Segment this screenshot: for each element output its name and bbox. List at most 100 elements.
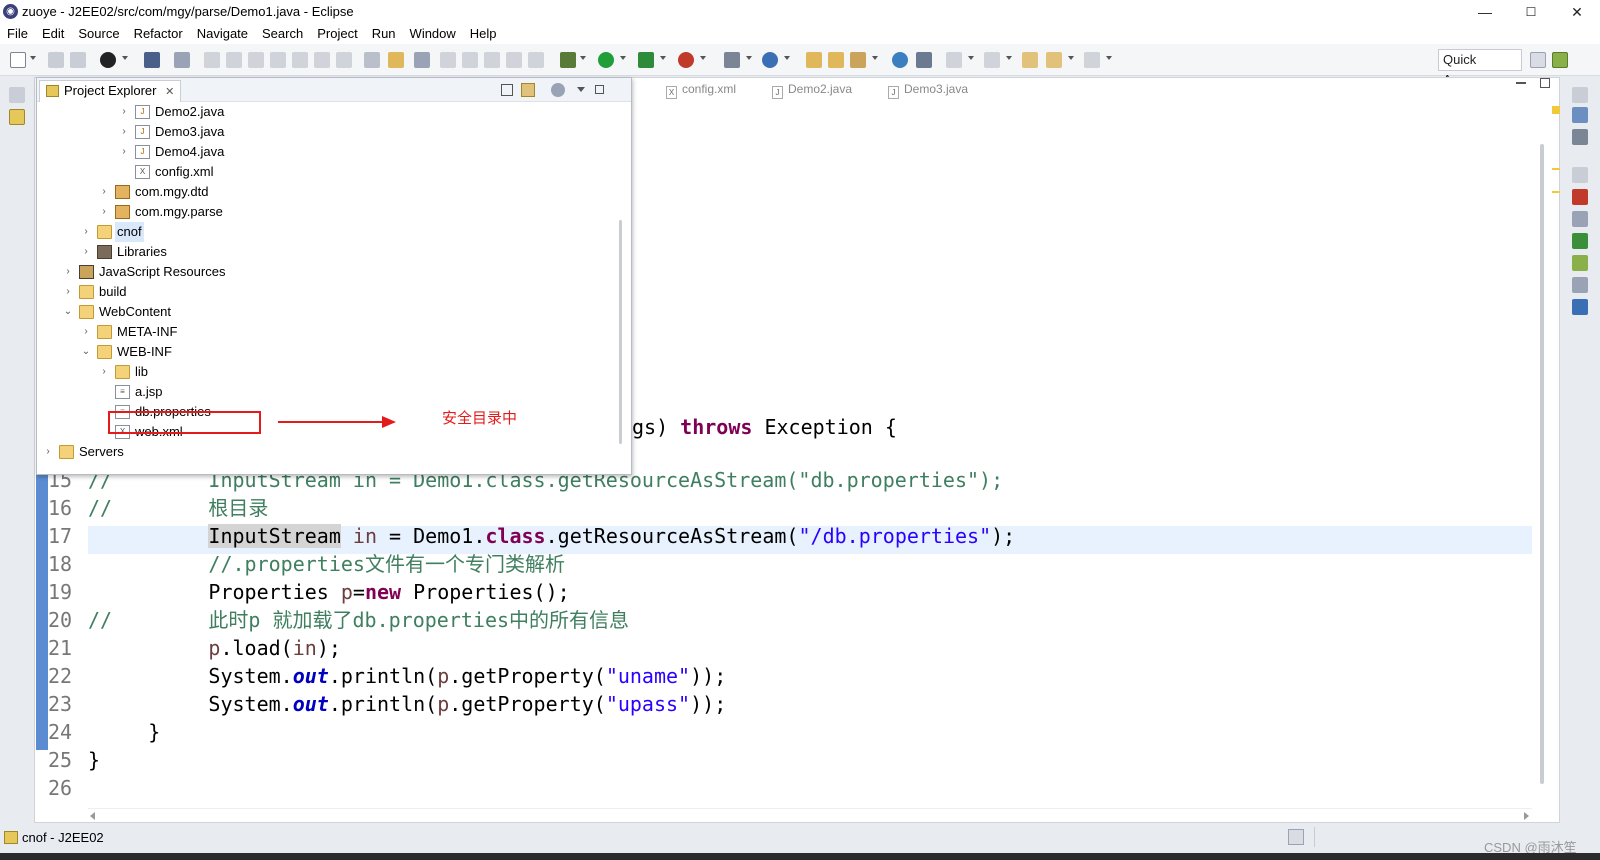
open-type-icon[interactable] [806, 52, 822, 68]
resume-icon[interactable] [204, 52, 220, 68]
deploy-icon[interactable] [414, 52, 430, 68]
java-ee-perspective-icon[interactable] [1552, 52, 1568, 68]
view-settings-icon[interactable] [551, 83, 565, 97]
collapse-all-icon[interactable] [501, 84, 513, 96]
restore-icon[interactable] [1572, 87, 1588, 103]
tool-icon[interactable] [462, 52, 478, 68]
chevron-right-icon[interactable]: › [119, 122, 129, 142]
search-icon[interactable] [850, 52, 866, 68]
save-icon[interactable] [48, 52, 64, 68]
previous-annotation-dropdown-icon[interactable] [1006, 56, 1012, 60]
run-icon[interactable] [598, 52, 614, 68]
next-annotation-icon[interactable] [946, 52, 962, 68]
tab-project-explorer[interactable]: Project Explorer ✕ [39, 80, 182, 102]
scroll-right-icon[interactable] [1524, 812, 1529, 820]
scrollbar-thumb[interactable] [1540, 144, 1544, 784]
chevron-right-icon[interactable]: › [119, 142, 129, 162]
chevron-down-icon[interactable]: ⌄ [63, 302, 73, 322]
annotation-nav-icon[interactable] [916, 52, 932, 68]
menu-navigate[interactable]: Navigate [190, 24, 255, 44]
overview-ruler-marker[interactable] [1552, 168, 1560, 170]
open-task-icon[interactable] [828, 52, 844, 68]
new-class-dropdown-icon[interactable] [784, 56, 790, 60]
tab-config-xml[interactable]: Xconfig.xml [666, 82, 736, 99]
tool-icon[interactable] [528, 52, 544, 68]
overview-ruler-marker[interactable] [1552, 191, 1560, 193]
step-over-icon[interactable] [314, 52, 330, 68]
profile-icon[interactable] [100, 52, 116, 68]
tool-icon[interactable] [440, 52, 456, 68]
editor-horizontal-scrollbar[interactable] [88, 808, 1532, 822]
menu-window[interactable]: Window [403, 24, 463, 44]
scroll-left-icon[interactable] [90, 812, 95, 820]
editor-vertical-scrollbar[interactable] [1536, 102, 1548, 792]
coverage-dropdown-icon[interactable] [660, 56, 666, 60]
menu-edit[interactable]: Edit [35, 24, 71, 44]
code-line-19[interactable]: Properties p=new Properties(); [88, 578, 569, 606]
save-all-icon[interactable] [70, 52, 86, 68]
profile-dropdown-icon[interactable] [122, 56, 128, 60]
overview-ruler-marker[interactable] [1552, 106, 1560, 114]
disconnect-icon[interactable] [270, 52, 286, 68]
link-with-editor-icon[interactable] [521, 83, 535, 97]
quick-access-input[interactable]: Quick Access [1438, 49, 1522, 87]
last-edit-location-icon[interactable] [1022, 52, 1038, 68]
new-icon[interactable] [10, 52, 26, 68]
search-dropdown-icon[interactable] [872, 56, 878, 60]
debug-icon[interactable] [560, 52, 576, 68]
snippets-icon[interactable] [1572, 277, 1588, 293]
menu-file[interactable]: File [0, 24, 35, 44]
web-browser-icon[interactable] [892, 52, 908, 68]
restore-icon[interactable] [1572, 167, 1588, 183]
menu-help[interactable]: Help [463, 24, 504, 44]
menu-search[interactable]: Search [255, 24, 310, 44]
maximize-editor-icon[interactable] [1540, 78, 1550, 88]
external-tools-dropdown-icon[interactable] [700, 56, 706, 60]
tool-icon[interactable] [484, 52, 500, 68]
forward-icon[interactable] [1084, 52, 1100, 68]
close-button[interactable]: ✕ [1554, 1, 1600, 23]
suspend-icon[interactable] [226, 52, 242, 68]
chevron-right-icon[interactable]: › [63, 282, 73, 302]
back-icon[interactable] [1046, 52, 1062, 68]
code-line-22[interactable]: System.out.println(p.getProperty("uname"… [88, 662, 726, 690]
minimize-button[interactable]: — [1462, 1, 1508, 23]
new-java-project-icon[interactable] [724, 52, 740, 68]
open-perspective-icon[interactable] [1530, 52, 1546, 68]
console-icon[interactable] [144, 52, 160, 68]
code-line-24[interactable]: } [88, 718, 160, 746]
coverage-icon[interactable] [638, 52, 654, 68]
external-tools-icon[interactable] [678, 52, 694, 68]
terminate-icon[interactable] [248, 52, 264, 68]
chevron-down-icon[interactable]: ⌄ [81, 342, 91, 362]
step-return-icon[interactable] [336, 52, 352, 68]
menu-source[interactable]: Source [71, 24, 126, 44]
back-dropdown-icon[interactable] [1068, 56, 1074, 60]
use-step-filters-icon[interactable] [364, 52, 380, 68]
step-into-icon[interactable] [292, 52, 308, 68]
code-line-21[interactable]: p.load(in); [88, 634, 340, 662]
servers-view-icon[interactable] [1572, 233, 1588, 249]
project-explorer-minimized-icon[interactable] [9, 109, 25, 125]
new-project-dropdown-icon[interactable] [746, 56, 752, 60]
chevron-right-icon[interactable]: › [81, 322, 91, 342]
code-line-23[interactable]: System.out.println(p.getProperty("upass"… [88, 690, 726, 718]
new-class-icon[interactable] [762, 52, 778, 68]
menu-project[interactable]: Project [310, 24, 364, 44]
chevron-right-icon[interactable]: › [99, 182, 109, 202]
tab-demo2-java[interactable]: J Demo2.java [772, 82, 852, 99]
chevron-right-icon[interactable]: › [119, 102, 129, 122]
tab-demo3-java[interactable]: J Demo3.java [888, 82, 968, 99]
data-source-icon[interactable] [1572, 255, 1588, 271]
new-dropdown-icon[interactable] [30, 56, 36, 60]
properties-icon[interactable] [1572, 211, 1588, 227]
debug-dropdown-icon[interactable] [580, 56, 586, 60]
tool-icon[interactable] [506, 52, 522, 68]
code-line-17[interactable]: InputStream in = Demo1.class.getResource… [88, 522, 1015, 550]
chevron-right-icon[interactable]: › [81, 242, 91, 262]
outline-icon[interactable] [1572, 107, 1588, 123]
skip-breakpoints-icon[interactable] [174, 52, 190, 68]
maximize-button[interactable]: ☐ [1508, 1, 1554, 23]
menu-refactor[interactable]: Refactor [127, 24, 190, 44]
forward-dropdown-icon[interactable] [1106, 56, 1112, 60]
